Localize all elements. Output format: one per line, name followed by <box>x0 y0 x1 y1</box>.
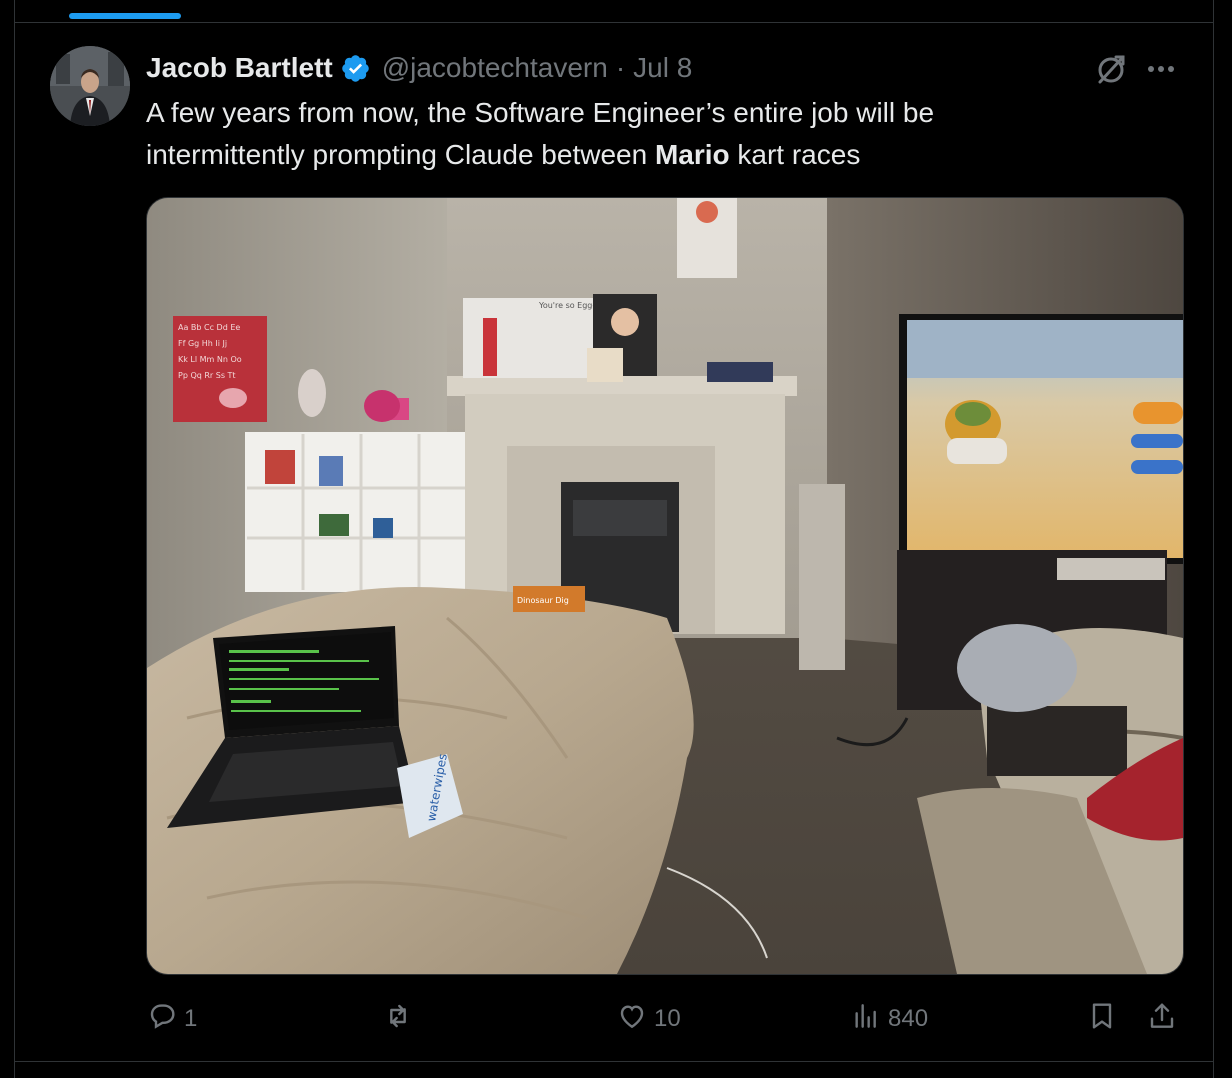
share-icon <box>1146 1000 1178 1039</box>
tweet-photo[interactable]: Aa Bb Cc Dd Ee Ff Gg Hh Ii Jj Kk Ll Mm N… <box>146 197 1184 975</box>
author-handle[interactable]: @jacobtechtavern <box>382 52 608 84</box>
room-photo: Aa Bb Cc Dd Ee Ff Gg Hh Ii Jj Kk Ll Mm N… <box>147 198 1183 974</box>
like-count: 10 <box>654 1005 681 1032</box>
timeline-border-right <box>1213 0 1214 1078</box>
repost-icon <box>382 1000 414 1039</box>
timeline-border-left <box>14 0 15 1078</box>
tweet-text-part: intermittently prompting Claude between <box>146 139 655 170</box>
reply-count: 1 <box>184 1005 198 1032</box>
bookmark-icon <box>1086 1000 1118 1039</box>
author-name[interactable]: Jacob Bartlett <box>146 52 333 84</box>
tweet-text-line-2: intermittently prompting Claude between … <box>146 134 1186 176</box>
views-count: 840 <box>888 1005 929 1032</box>
tweet-text-line-1: A few years from now, the Software Engin… <box>146 97 935 128</box>
tweet-header: Jacob Bartlett @jacobtechtavern · Jul 8 <box>146 50 692 86</box>
views-icon <box>850 1000 882 1039</box>
reply-icon <box>146 1000 178 1039</box>
avatar[interactable] <box>50 46 130 126</box>
alphabet-poster: Aa Bb Cc Dd Ee Ff Gg Hh Ii Jj Kk Ll Mm N… <box>173 316 267 422</box>
like-icon <box>616 1000 648 1039</box>
tweet-text-bold: Mario <box>654 139 730 170</box>
tweet-text: A few years from now, the Software Engin… <box>146 92 1186 176</box>
svg-text:Ff Gg Hh Ii Jj: Ff Gg Hh Ii Jj <box>178 339 227 348</box>
views-button[interactable]: 840 <box>850 996 928 1042</box>
separator-dot: · <box>615 52 626 83</box>
svg-text:Pp Qq Rr Ss Tt: Pp Qq Rr Ss Tt <box>178 371 236 380</box>
tab-divider <box>14 22 1214 23</box>
tweet-date[interactable]: Jul 8 <box>633 52 692 84</box>
bookmark-button[interactable] <box>1086 996 1118 1042</box>
more-icon[interactable] <box>1143 54 1179 84</box>
svg-text:Dinosaur Dig: Dinosaur Dig <box>517 596 569 605</box>
svg-text:Aa Bb Cc Dd Ee: Aa Bb Cc Dd Ee <box>178 323 240 332</box>
tweet-divider <box>14 1061 1214 1062</box>
grok-icon[interactable] <box>1094 52 1128 86</box>
tweet-actions: 1 10 840 <box>146 996 1186 1042</box>
svg-text:Kk Ll Mm Nn Oo: Kk Ll Mm Nn Oo <box>178 355 242 364</box>
repost-button[interactable] <box>382 996 420 1042</box>
verified-badge-icon[interactable] <box>340 53 371 84</box>
active-tab-indicator <box>69 13 181 19</box>
reply-button[interactable]: 1 <box>146 996 197 1042</box>
tv <box>899 314 1183 564</box>
like-button[interactable]: 10 <box>616 996 681 1042</box>
avatar-photo <box>50 46 130 126</box>
tweet-text-part: kart races <box>729 139 861 170</box>
share-button[interactable] <box>1146 996 1178 1042</box>
